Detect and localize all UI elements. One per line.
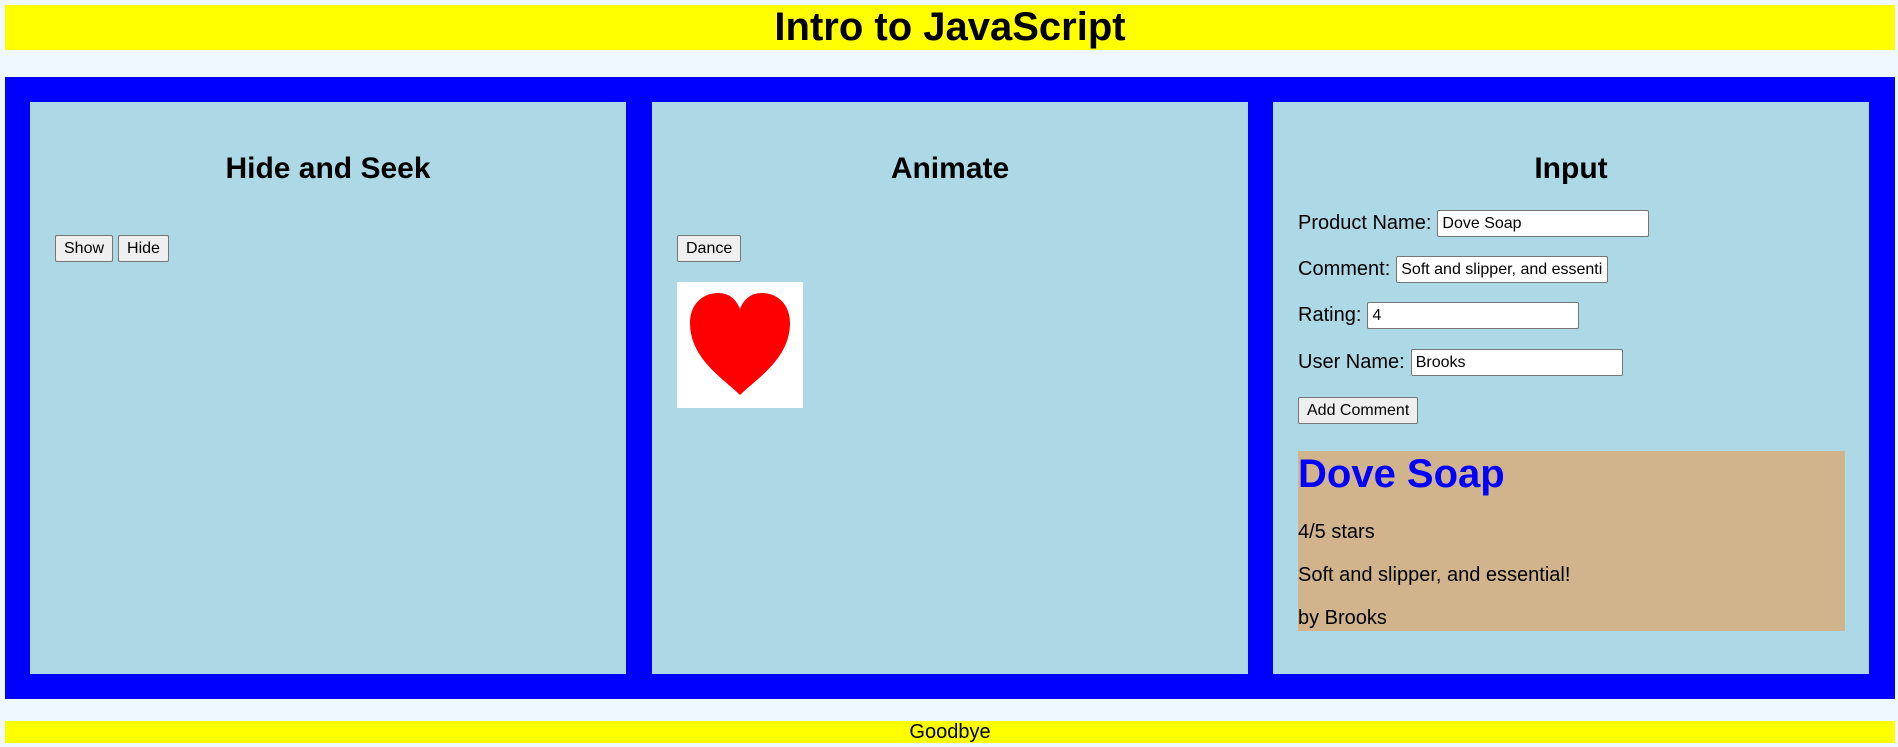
review-card: Dove Soap 4/5 stars Soft and slipper, an… — [1298, 451, 1845, 631]
product-name-row: Product Name: — [1298, 210, 1650, 237]
comment-input[interactable] — [1396, 256, 1609, 283]
review-comment: Soft and slipper, and essential! — [1298, 564, 1571, 586]
rating-row: Rating: — [1298, 302, 1580, 329]
add-comment-button[interactable]: Add Comment — [1298, 397, 1419, 424]
rating-label: Rating: — [1298, 304, 1362, 326]
rating-input[interactable] — [1367, 302, 1580, 329]
dance-button[interactable]: Dance — [677, 235, 742, 262]
hide-button[interactable]: Hide — [118, 235, 169, 262]
heart-icon — [690, 293, 790, 395]
user-name-input[interactable] — [1410, 349, 1623, 376]
review-product-title: Dove Soap — [1298, 452, 1505, 496]
animate-title: Animate — [890, 152, 1010, 185]
user-name-label: User Name: — [1298, 351, 1405, 373]
review-byline: by Brooks — [1298, 607, 1387, 629]
input-panel: Input Product Name: Comment: Rating: Use… — [1273, 102, 1869, 674]
comment-row: Comment: — [1298, 256, 1609, 283]
hide-seek-title: Hide and Seek — [225, 152, 431, 185]
heart-image — [677, 282, 803, 408]
page-title: Intro to JavaScript — [774, 5, 1126, 49]
hide-seek-buttons: Show Hide — [55, 235, 169, 262]
input-title: Input — [1534, 152, 1608, 185]
page-header: Intro to JavaScript — [5, 5, 1895, 50]
product-name-label: Product Name: — [1298, 212, 1432, 234]
show-button[interactable]: Show — [55, 235, 114, 262]
product-name-input[interactable] — [1437, 210, 1650, 237]
comment-label: Comment: — [1298, 258, 1391, 280]
hide-seek-panel: Hide and Seek Show Hide — [30, 102, 626, 674]
animate-buttons: Dance — [677, 235, 742, 262]
user-name-row: User Name: — [1298, 349, 1623, 376]
main-container: Hide and Seek Show Hide Animate Dance In… — [5, 77, 1895, 699]
review-stars: 4/5 stars — [1298, 521, 1375, 543]
animate-panel: Animate Dance — [652, 102, 1248, 674]
page-footer: Goodbye — [5, 721, 1895, 743]
